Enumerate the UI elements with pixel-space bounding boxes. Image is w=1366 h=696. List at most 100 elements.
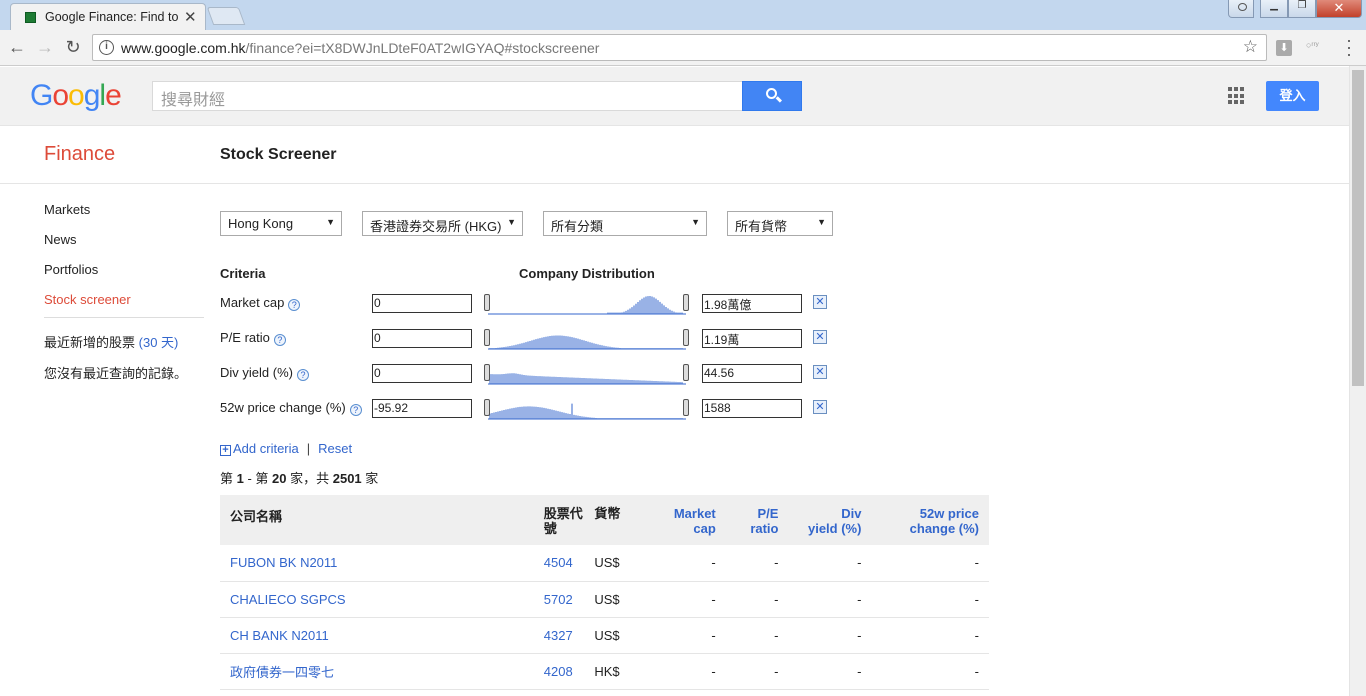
market-cap-cell: - — [655, 545, 716, 582]
finance-title[interactable]: Finance — [44, 143, 115, 166]
add-criteria-link[interactable]: Add criteria — [233, 441, 299, 456]
distribution-slider[interactable] — [484, 328, 690, 350]
company-name-link[interactable]: 政府債券一四零七 — [220, 653, 544, 690]
dropdown-arrow-icon: ▼ — [817, 217, 826, 227]
change-cell: - — [861, 617, 989, 654]
change-cell: - — [861, 581, 989, 618]
search-button[interactable] — [742, 81, 802, 111]
symbol-link[interactable]: 5702 — [543, 581, 595, 618]
exchange-select[interactable]: 香港證券交易所 (HKG) ▼ — [362, 211, 523, 236]
min-input[interactable]: -95.92 — [372, 399, 472, 418]
extension-icon-2[interactable]: ○ʳʳʸ — [1306, 40, 1319, 50]
logo-letter: o — [52, 79, 69, 112]
col-header-name[interactable]: 公司名稱 — [220, 495, 544, 545]
table-row: FUBON BK N2011 4504 US$ - - - - — [220, 545, 989, 582]
criteria-row-market-cap: Market cap? 0 1.98萬億 ✕ — [220, 293, 840, 317]
min-input[interactable]: 0 — [372, 294, 472, 313]
criteria-heading: Criteria — [220, 266, 266, 281]
scrollbar-thumb[interactable] — [1352, 70, 1364, 386]
slider-min-handle[interactable] — [484, 364, 490, 381]
symbol-link[interactable]: 4327 — [543, 617, 595, 654]
bookmark-star-icon[interactable]: ☆ — [1243, 37, 1258, 57]
help-icon[interactable]: ? — [349, 404, 362, 416]
google-logo[interactable]: Google — [30, 79, 122, 113]
close-window-button[interactable]: ✕ — [1316, 0, 1362, 18]
finance-favicon-icon — [25, 12, 36, 23]
currency-cell: HK$ — [594, 653, 656, 690]
criteria-label: 52w price change (%)? — [220, 400, 362, 416]
slider-max-handle[interactable] — [683, 399, 689, 416]
slider-min-handle[interactable] — [484, 399, 490, 416]
remove-criteria-icon[interactable]: ✕ — [813, 365, 827, 379]
reset-link[interactable]: Reset — [318, 441, 352, 456]
forward-icon[interactable]: → — [34, 36, 56, 58]
max-input[interactable]: 44.56 — [702, 364, 802, 383]
max-input[interactable]: 1.19萬 — [702, 329, 802, 348]
profile-icon[interactable] — [1228, 0, 1254, 18]
pe-cell: - — [715, 581, 779, 618]
max-input[interactable]: 1.98萬億 — [702, 294, 802, 313]
div-yield-cell: - — [778, 653, 862, 690]
add-icon[interactable]: + — [220, 445, 231, 456]
slider-max-handle[interactable] — [683, 364, 689, 381]
dropdown-arrow-icon: ▼ — [691, 217, 700, 227]
nav-item-markets[interactable]: Markets — [44, 202, 204, 232]
col-header-52w-change[interactable]: 52w price change (%) — [861, 495, 989, 545]
browser-menu-icon[interactable]: · · · — [1344, 31, 1354, 63]
max-input[interactable]: 1588 — [702, 399, 802, 418]
apps-grid-icon[interactable] — [1228, 87, 1246, 105]
results-table: 公司名稱 股票代號 貨幣 Market cap P/E ratio Div yield… — [220, 495, 989, 690]
min-input[interactable]: 0 — [372, 329, 472, 348]
symbol-link[interactable]: 4208 — [543, 653, 595, 690]
sector-select[interactable]: 所有分類 ▼ — [543, 211, 707, 236]
address-bar[interactable]: i www.google.com.hk/finance?ei=tX8DWJnLD… — [92, 34, 1267, 61]
slider-max-handle[interactable] — [683, 294, 689, 311]
div-yield-cell: - — [778, 545, 862, 582]
currency-select[interactable]: 所有貨幣 ▼ — [727, 211, 833, 236]
new-tab-button[interactable] — [206, 7, 246, 25]
col-header-market-cap[interactable]: Market cap — [655, 495, 716, 545]
currency-cell: US$ — [594, 545, 656, 582]
extension-icon[interactable]: ⬇ — [1276, 40, 1292, 56]
signin-button[interactable]: 登入 — [1266, 81, 1319, 111]
tab-close-icon[interactable]: ✕ — [184, 8, 197, 26]
company-name-link[interactable]: CH BANK N2011 — [220, 617, 544, 654]
info-icon[interactable]: i — [99, 40, 114, 55]
remove-criteria-icon[interactable]: ✕ — [813, 330, 827, 344]
search-input[interactable]: 搜尋財經 — [152, 81, 743, 111]
region-select[interactable]: Hong Kong ▼ — [220, 211, 342, 236]
slider-max-handle[interactable] — [683, 329, 689, 346]
slider-min-handle[interactable] — [484, 294, 490, 311]
symbol-link[interactable]: 4504 — [543, 545, 595, 582]
col-header-div-yield[interactable]: Div yield (%) — [778, 495, 862, 545]
minimize-button[interactable]: ▁ — [1260, 0, 1288, 18]
page-scrollbar[interactable] — [1349, 66, 1366, 696]
company-name-link[interactable]: FUBON BK N2011 — [220, 545, 544, 582]
nav-item-news[interactable]: News — [44, 232, 204, 262]
company-name-link[interactable]: CHALIECO SGPCS — [220, 581, 544, 618]
browser-titlebar: Google Finance: Find to ✕ ▁ ❐ ✕ — [0, 0, 1366, 30]
recent-days-link[interactable]: (30 天) — [139, 335, 179, 350]
maximize-button[interactable]: ❐ — [1288, 0, 1316, 18]
help-icon[interactable]: ? — [296, 369, 309, 381]
distribution-slider[interactable] — [484, 363, 690, 385]
reload-icon[interactable]: ↻ — [62, 36, 84, 58]
change-cell: - — [861, 653, 989, 690]
browser-tab[interactable]: Google Finance: Find to ✕ — [10, 3, 206, 30]
change-cell: - — [861, 545, 989, 582]
nav-item-portfolios[interactable]: Portfolios — [44, 262, 204, 292]
slider-min-handle[interactable] — [484, 329, 490, 346]
help-icon[interactable]: ? — [273, 334, 286, 346]
criteria-label: Market cap? — [220, 295, 301, 311]
help-icon[interactable]: ? — [288, 299, 301, 311]
col-header-symbol[interactable]: 股票代號 — [543, 495, 595, 545]
back-icon[interactable]: ← — [6, 36, 28, 58]
remove-criteria-icon[interactable]: ✕ — [813, 400, 827, 414]
min-input[interactable]: 0 — [372, 364, 472, 383]
distribution-slider[interactable] — [484, 398, 690, 420]
col-header-pe[interactable]: P/E ratio — [715, 495, 779, 545]
col-header-currency[interactable]: 貨幣 — [594, 495, 656, 545]
remove-criteria-icon[interactable]: ✕ — [813, 295, 827, 309]
distribution-slider[interactable] — [484, 293, 690, 315]
table-row: 政府債券一四零七 4208 HK$ - - - - — [220, 653, 989, 690]
